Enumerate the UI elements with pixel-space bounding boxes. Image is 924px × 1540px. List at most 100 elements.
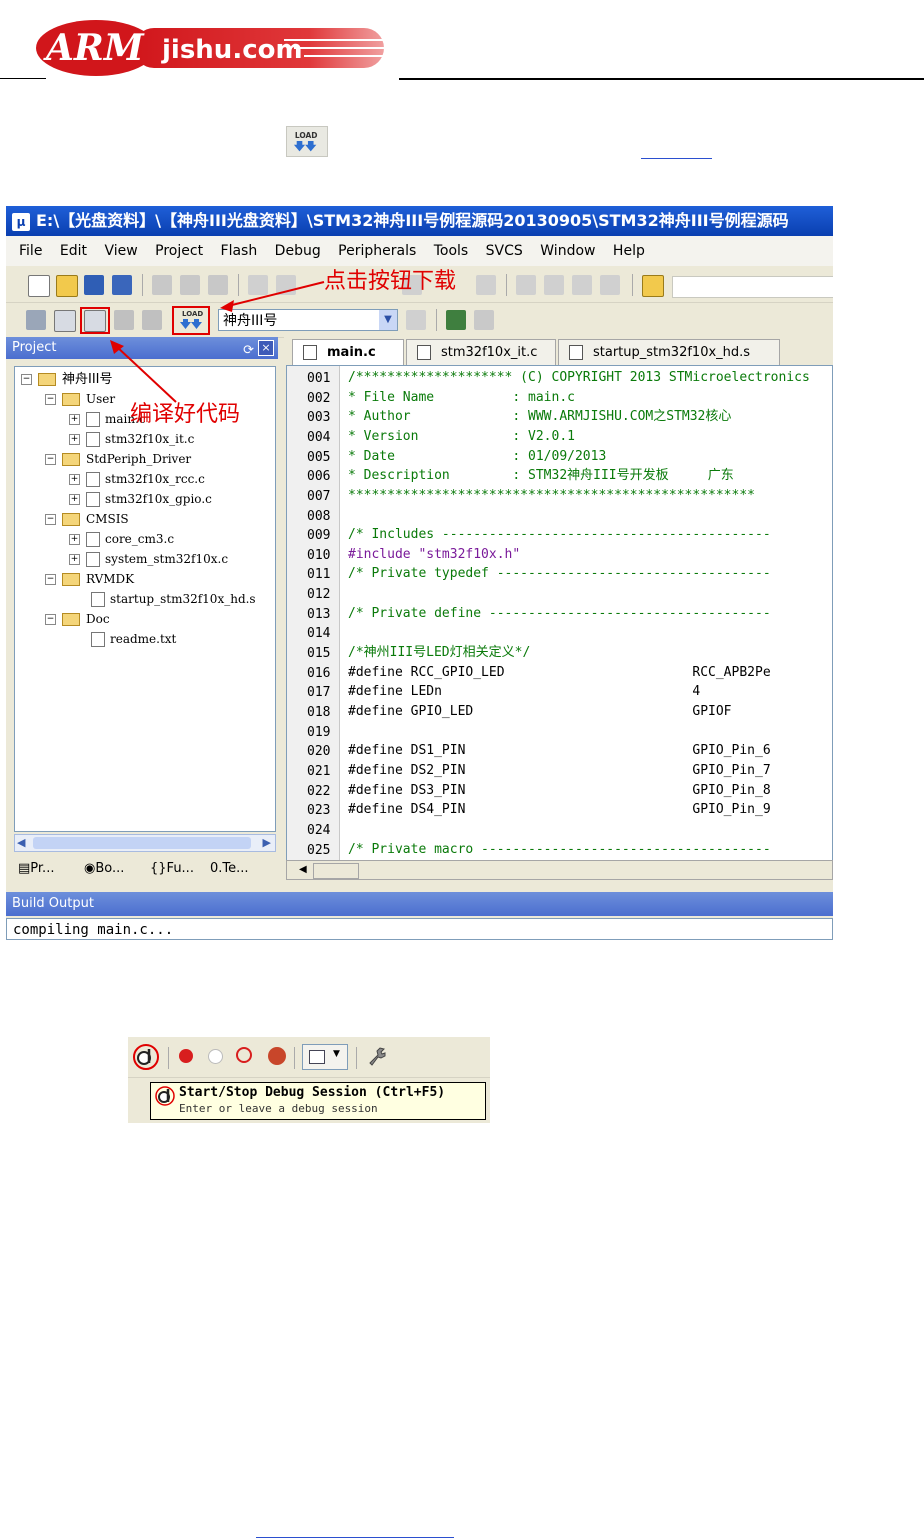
chevron-down-icon[interactable]: ▼ — [379, 310, 397, 330]
window-title: E:\【光盘资料】\【神舟III光盘资料】\STM32神舟III号例程源码201… — [36, 211, 789, 230]
find-field[interactable] — [672, 276, 833, 298]
collapse-icon[interactable]: − — [45, 614, 56, 625]
translate-icon[interactable] — [26, 310, 46, 330]
scroll-thumb[interactable] — [313, 863, 359, 879]
line-number: 001 — [307, 371, 331, 386]
collapse-icon[interactable]: − — [45, 454, 56, 465]
copy-icon[interactable] — [180, 275, 200, 295]
expand-icon[interactable]: + — [69, 414, 80, 425]
save-all-icon[interactable] — [112, 275, 132, 295]
editor-hscrollbar[interactable]: ◀ — [286, 860, 833, 880]
new-file-icon[interactable] — [28, 275, 50, 297]
tab-functions[interactable]: {} Fu... — [150, 856, 194, 882]
menu-svcs[interactable]: SVCS — [486, 236, 523, 266]
menu-window[interactable]: Window — [540, 236, 595, 266]
kill-all-breakpoints-icon[interactable] — [268, 1047, 286, 1065]
tree-node[interactable]: − Doc — [45, 611, 110, 629]
pin-icon[interactable]: ⟳ — [243, 340, 254, 362]
tree-node[interactable]: readme.txt — [91, 631, 176, 649]
expand-icon[interactable]: + — [69, 474, 80, 485]
code-line: /* Private typedef ---------------------… — [348, 566, 771, 581]
menu-view[interactable]: View — [104, 236, 137, 266]
save-icon[interactable] — [84, 275, 104, 295]
project-hscrollbar[interactable]: ◀ ▶ — [14, 834, 276, 852]
tree-node[interactable]: + stm32f10x_it.c — [69, 431, 194, 449]
redo-icon[interactable] — [276, 275, 296, 295]
line-number: 008 — [307, 509, 331, 524]
bottom-link-underline[interactable] — [256, 1537, 454, 1538]
tree-node[interactable]: startup_stm32f10x_hd.s — [91, 591, 256, 609]
line-number: 007 — [307, 489, 331, 504]
bookmark-icon[interactable] — [476, 275, 496, 295]
tree-node[interactable]: − User — [45, 391, 115, 409]
tree-node[interactable]: + stm32f10x_gpio.c — [69, 491, 212, 509]
debug-session-icon[interactable] — [132, 1043, 160, 1071]
open-folder-icon[interactable] — [56, 275, 78, 297]
menu-peripherals[interactable]: Peripherals — [338, 236, 416, 266]
undo-icon[interactable] — [248, 275, 268, 295]
paste-icon[interactable] — [208, 275, 228, 295]
tab-project[interactable]: ▤ Pr... — [18, 856, 54, 882]
menu-flash[interactable]: Flash — [221, 236, 258, 266]
build-icon[interactable] — [54, 310, 76, 332]
code-editor[interactable]: 001 /******************** (C) COPYRIGHT … — [286, 365, 833, 861]
annotation-click-download: 点击按钮下载 — [324, 269, 457, 294]
menu-help[interactable]: Help — [613, 236, 645, 266]
stop-build-icon[interactable] — [142, 310, 162, 330]
code-line: #define DS1_PIN GPIO_Pin_6 — [348, 743, 771, 758]
scroll-left-icon[interactable]: ◀ — [299, 861, 307, 879]
target-select[interactable]: 神舟III号 ▼ — [218, 309, 398, 331]
rebuild-highlight — [80, 307, 110, 334]
tree-node[interactable]: + system_stm32f10x.c — [69, 551, 228, 569]
scroll-right-icon[interactable]: ▶ — [263, 835, 271, 851]
scroll-left-icon[interactable]: ◀ — [17, 835, 25, 851]
disable-all-breakpoints-icon[interactable] — [236, 1047, 252, 1063]
line-number: 019 — [307, 725, 331, 740]
menu-tools[interactable]: Tools — [434, 236, 469, 266]
expand-icon[interactable]: + — [69, 554, 80, 565]
expand-icon[interactable]: + — [69, 434, 80, 445]
close-icon[interactable]: × — [258, 340, 274, 356]
cut-icon[interactable] — [152, 275, 172, 295]
menu-debug[interactable]: Debug — [275, 236, 321, 266]
find-in-files-icon[interactable] — [642, 275, 664, 297]
file-icon — [86, 532, 100, 547]
collapse-icon[interactable]: − — [45, 574, 56, 585]
disable-breakpoint-icon[interactable] — [208, 1049, 223, 1064]
menu-edit[interactable]: Edit — [60, 236, 87, 266]
tree-node[interactable]: + core_cm3.c — [69, 531, 174, 549]
breakpoint-icon[interactable] — [179, 1049, 193, 1063]
select-packs-icon[interactable] — [474, 310, 494, 330]
expand-icon[interactable]: + — [69, 534, 80, 545]
tree-node[interactable]: − 神舟III号 — [21, 371, 113, 389]
tab-stm32f10x-it-c[interactable]: stm32f10x_it.c — [406, 339, 556, 365]
collapse-icon[interactable]: − — [45, 514, 56, 525]
wrench-icon[interactable] — [366, 1045, 388, 1067]
code-line: /* Private macro -----------------------… — [348, 842, 771, 857]
file-icon — [86, 492, 100, 507]
collapse-icon[interactable]: − — [45, 394, 56, 405]
collapse-icon[interactable]: − — [21, 374, 32, 385]
manage-components-icon[interactable] — [446, 310, 466, 330]
tree-node[interactable]: + stm32f10x_rcc.c — [69, 471, 205, 489]
window-select-dropdown[interactable]: ▼ — [302, 1044, 348, 1070]
target-options-icon[interactable] — [406, 310, 426, 330]
comment-icon[interactable] — [572, 275, 592, 295]
inline-link-underline[interactable] — [641, 158, 712, 159]
tree-node[interactable]: − CMSIS — [45, 511, 129, 529]
tab-startup-stm32f10x-hd-s[interactable]: startup_stm32f10x_hd.s — [558, 339, 780, 365]
batch-build-icon[interactable] — [114, 310, 134, 330]
unindent-icon[interactable] — [544, 275, 564, 295]
armjishu-logo: ARM jishu.com — [36, 20, 390, 76]
uncomment-icon[interactable] — [600, 275, 620, 295]
indent-icon[interactable] — [516, 275, 536, 295]
scroll-thumb[interactable] — [33, 837, 251, 849]
tree-node[interactable]: − RVMDK — [45, 571, 134, 589]
expand-icon[interactable]: + — [69, 494, 80, 505]
tree-node[interactable]: − StdPeriph_Driver — [45, 451, 191, 469]
tab-templates[interactable]: 0. Te... — [210, 856, 249, 882]
tab-books[interactable]: ◉ Bo... — [84, 856, 124, 882]
menu-file[interactable]: File — [19, 236, 42, 266]
tab-main-c[interactable]: main.c — [292, 339, 404, 365]
menu-project[interactable]: Project — [155, 236, 203, 266]
